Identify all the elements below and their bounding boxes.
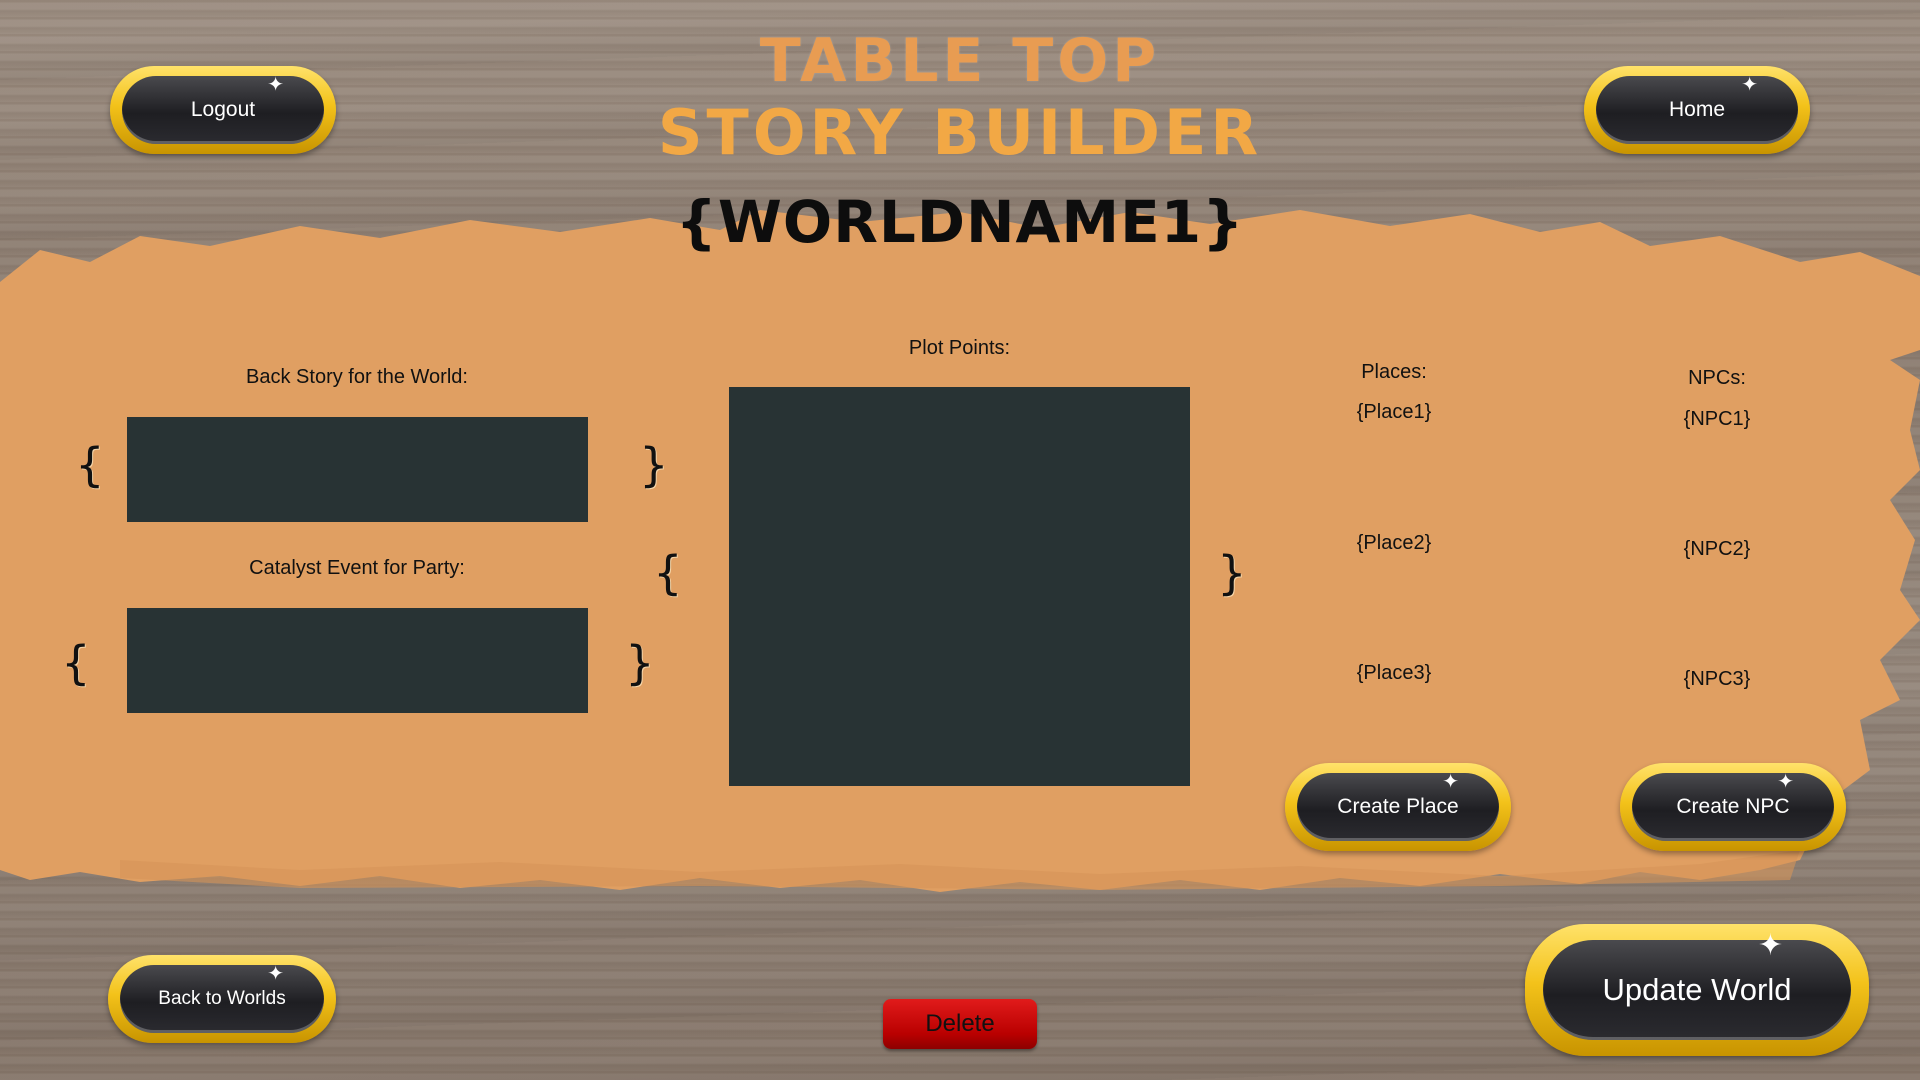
brace-close: } — [626, 636, 654, 690]
place-item[interactable]: {Place2} — [1294, 532, 1494, 555]
backstory-label: Back Story for the World: — [246, 366, 468, 388]
plot-points-textbox[interactable] — [729, 387, 1190, 786]
catalyst-label: Catalyst Event for Party: — [249, 557, 465, 579]
backstory-textbox[interactable] — [127, 417, 588, 522]
create-place-button[interactable]: ✦ Create Place — [1285, 763, 1511, 851]
sparkle-icon: ✦ — [267, 74, 284, 96]
catalyst-textbox[interactable] — [127, 608, 588, 713]
back-to-worlds-button[interactable]: ✦ Back to Worlds — [108, 955, 336, 1043]
create-npc-label: Create NPC — [1676, 795, 1790, 818]
create-npc-button[interactable]: ✦ Create NPC — [1620, 763, 1846, 851]
home-button[interactable]: ✦ Home — [1584, 66, 1810, 154]
home-label: Home — [1668, 98, 1726, 121]
plot-points-label: Plot Points: — [908, 337, 1011, 359]
place-item[interactable]: {Place1} — [1294, 401, 1494, 424]
update-world-button[interactable]: ✦ Update World — [1525, 924, 1869, 1056]
brace-close: } — [1218, 546, 1246, 600]
sparkle-icon: ✦ — [1757, 929, 1783, 962]
place-item[interactable]: {Place3} — [1294, 662, 1494, 685]
brace-open: { — [76, 438, 104, 492]
npc-item[interactable]: {NPC3} — [1617, 668, 1817, 691]
npc-item[interactable]: {NPC2} — [1617, 538, 1817, 561]
sparkle-icon: ✦ — [1741, 74, 1758, 96]
sparkle-icon: ✦ — [1442, 771, 1459, 793]
brace-open: { — [654, 546, 682, 600]
world-name-heading: {WORLDNAME1} — [675, 188, 1245, 256]
brace-open: { — [62, 636, 90, 690]
brace-close: } — [640, 438, 668, 492]
sparkle-icon: ✦ — [267, 963, 284, 985]
delete-button[interactable]: Delete — [883, 999, 1037, 1049]
logout-label: Logout — [190, 98, 256, 121]
npcs-label: NPCs: — [1688, 367, 1746, 389]
sparkle-icon: ✦ — [1777, 771, 1794, 793]
places-label: Places: — [1361, 361, 1427, 383]
logout-button[interactable]: ✦ Logout — [110, 66, 336, 154]
update-world-label: Update World — [1602, 972, 1792, 1007]
npc-item[interactable]: {NPC1} — [1617, 408, 1817, 431]
back-to-worlds-label: Back to Worlds — [158, 988, 286, 1009]
create-place-label: Create Place — [1337, 795, 1459, 818]
